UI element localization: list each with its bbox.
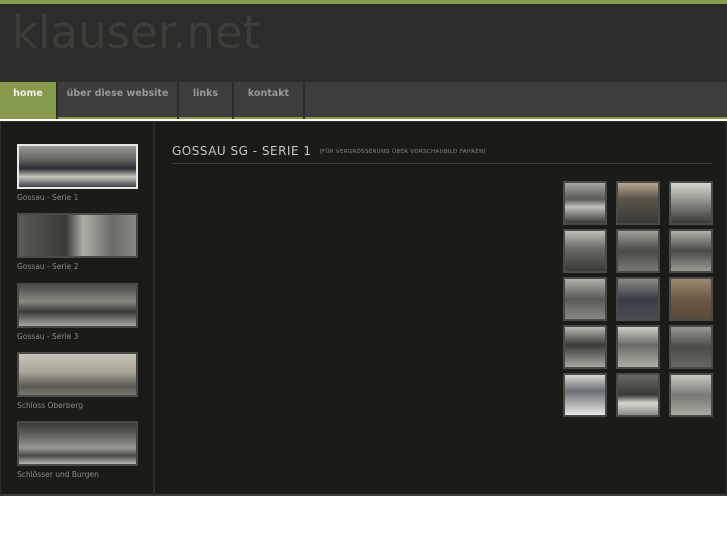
gallery-label: Gossau - Serie 2 <box>17 262 79 271</box>
gallery-link-gossau-serie-2[interactable]: Gossau - Serie 2 <box>17 213 139 271</box>
nav-tab-links[interactable]: links <box>179 82 234 119</box>
gallery-thumbnail[interactable] <box>17 421 138 466</box>
photo-thumbnail[interactable] <box>563 373 607 417</box>
photo-thumbnail[interactable] <box>669 181 713 225</box>
gallery-label: Gossau - Serie 3 <box>17 332 79 341</box>
content-area: Gossau - Serie 1 Gossau - Serie 2 Gossau… <box>0 121 727 496</box>
page-title: GOSSAU SG - SERIE 1 [FÜR VERGRÖSSERUNG ÜB… <box>172 144 486 158</box>
gallery-link-schloesser-und-burgen[interactable]: Schlösser und Burgen <box>17 421 139 479</box>
photo-thumbnail[interactable] <box>616 181 660 225</box>
hover-hint: [FÜR VERGRÖSSERUNG ÜBER VORSCHAUBILD FAH… <box>319 149 486 155</box>
gallery-link-gossau-serie-3[interactable]: Gossau - Serie 3 <box>17 283 139 341</box>
photo-thumbnail[interactable] <box>669 229 713 273</box>
site-logo[interactable]: klauser.net <box>12 6 260 59</box>
photo-thumbnail[interactable] <box>669 277 713 321</box>
nav-tab-about[interactable]: über diese website <box>58 82 179 119</box>
gallery-label: Schloss Oberberg <box>17 401 83 410</box>
main-nav: home über diese website links kontakt <box>0 82 727 119</box>
gallery-thumbnail[interactable] <box>17 213 138 258</box>
gallery-label: Schlösser und Burgen <box>17 470 99 479</box>
photo-thumbnail[interactable] <box>616 277 660 321</box>
photo-thumbnail[interactable] <box>616 373 660 417</box>
gallery-link-schloss-oberberg[interactable]: Schloss Oberberg <box>17 352 139 410</box>
title-divider <box>172 163 712 164</box>
nav-tab-contact[interactable]: kontakt <box>234 82 305 119</box>
photo-thumbnail[interactable] <box>616 229 660 273</box>
gallery-link-gossau-serie-1[interactable]: Gossau - Serie 1 <box>17 144 139 202</box>
photo-thumbnail[interactable] <box>563 181 607 225</box>
photo-thumbnail[interactable] <box>669 325 713 369</box>
gallery-thumbnail[interactable] <box>17 144 138 189</box>
gallery-sidebar: Gossau - Serie 1 Gossau - Serie 2 Gossau… <box>1 122 155 495</box>
nav-tab-home[interactable]: home <box>0 82 58 119</box>
gallery-label: Gossau - Serie 1 <box>17 193 79 202</box>
photo-thumbnail[interactable] <box>563 277 607 321</box>
photo-thumbnail[interactable] <box>669 373 713 417</box>
photo-thumbnail[interactable] <box>616 325 660 369</box>
gallery-thumbnail[interactable] <box>17 283 138 328</box>
photo-thumbnail[interactable] <box>563 229 607 273</box>
gallery-title: GOSSAU SG - SERIE 1 <box>172 144 312 158</box>
gallery-thumbnail[interactable] <box>17 352 138 397</box>
photo-thumbnail[interactable] <box>563 325 607 369</box>
header: klauser.net <box>0 4 727 82</box>
